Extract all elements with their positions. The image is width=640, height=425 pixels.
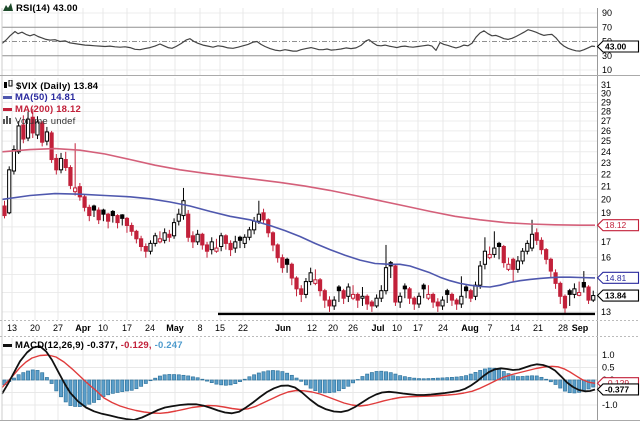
- svg-text:Apr: Apr: [75, 323, 91, 333]
- ma50-line-icon: [3, 96, 12, 99]
- svg-text:18.12: 18.12: [605, 220, 627, 230]
- svg-text:17: 17: [122, 323, 132, 333]
- svg-text:26: 26: [601, 126, 611, 136]
- svg-text:24: 24: [145, 323, 155, 333]
- svg-text:20: 20: [30, 323, 40, 333]
- svg-text:20: 20: [601, 194, 611, 204]
- svg-text:90: 90: [602, 8, 612, 18]
- svg-text:21: 21: [533, 323, 543, 333]
- svg-text:43.00: 43.00: [605, 41, 627, 51]
- svg-text:0.5: 0.5: [602, 363, 615, 373]
- svg-text:70: 70: [602, 22, 612, 32]
- svg-text:14: 14: [510, 323, 520, 333]
- svg-text:28: 28: [601, 107, 611, 117]
- svg-text:24: 24: [438, 323, 448, 333]
- ma200-label: MA(200) 18.12: [15, 104, 81, 115]
- svg-text:-0.377: -0.377: [605, 384, 629, 394]
- svg-text:May: May: [166, 323, 184, 333]
- svg-text:Aug: Aug: [461, 323, 479, 333]
- svg-text:22: 22: [601, 170, 611, 180]
- ma50-legend: MA(50) 14.81: [3, 92, 75, 103]
- rsi-label: RSI(14) 43.00: [16, 3, 78, 14]
- rsi-header: RSI(14) 43.00: [3, 2, 78, 15]
- svg-text:20: 20: [328, 323, 338, 333]
- macd-signal-value: -0.129,: [117, 340, 152, 351]
- svg-text:23: 23: [601, 158, 611, 168]
- svg-text:27: 27: [53, 323, 63, 333]
- price-title: $VIX (Daily) 13.84: [16, 81, 99, 92]
- ma200-legend: MA(200) 18.12: [3, 104, 81, 115]
- svg-text:26: 26: [348, 323, 358, 333]
- macd-line-icon: [3, 344, 12, 347]
- svg-text:Jun: Jun: [275, 323, 291, 333]
- svg-text:8: 8: [197, 323, 202, 333]
- svg-text:19: 19: [601, 208, 611, 218]
- svg-text:27: 27: [601, 116, 611, 126]
- volume-legend: Volume undef: [3, 115, 76, 127]
- macd-hist-value: -0.247: [151, 340, 183, 351]
- svg-text:10: 10: [98, 323, 108, 333]
- volume-label: Volume undef: [15, 115, 76, 127]
- ma50-label: MA(50) 14.81: [15, 92, 76, 103]
- svg-text:16: 16: [601, 253, 611, 263]
- svg-text:15: 15: [215, 323, 225, 333]
- svg-text:Sep: Sep: [572, 323, 589, 333]
- svg-text:17: 17: [413, 323, 423, 333]
- macd-header: MACD(12,26,9) -0.377, -0.129, -0.247: [3, 340, 183, 351]
- svg-text:21: 21: [601, 182, 611, 192]
- svg-text:17: 17: [601, 237, 611, 247]
- svg-text:7: 7: [487, 323, 492, 333]
- svg-text:14.81: 14.81: [605, 273, 627, 283]
- volume-bars-icon: [3, 115, 12, 127]
- svg-text:1.0: 1.0: [602, 350, 615, 360]
- svg-text:10: 10: [602, 65, 612, 75]
- svg-text:28: 28: [558, 323, 568, 333]
- svg-text:13.84: 13.84: [605, 291, 627, 301]
- svg-text:Jul: Jul: [371, 323, 384, 333]
- stock-chart: 9070503010313029282726252423222120191716…: [0, 0, 640, 425]
- svg-text:24: 24: [601, 147, 611, 157]
- area-chart-icon: [3, 2, 13, 15]
- svg-text:25: 25: [601, 136, 611, 146]
- svg-text:-1.0: -1.0: [602, 400, 618, 410]
- svg-text:13: 13: [7, 323, 17, 333]
- macd-label: MACD(12,26,9) -0.377,: [15, 340, 118, 351]
- svg-text:10: 10: [392, 323, 402, 333]
- svg-text:12: 12: [307, 323, 317, 333]
- svg-text:22: 22: [238, 323, 248, 333]
- ma200-line-icon: [3, 108, 12, 111]
- chart-canvas: 9070503010313029282726252423222120191716…: [0, 8, 640, 421]
- svg-text:13: 13: [601, 307, 611, 317]
